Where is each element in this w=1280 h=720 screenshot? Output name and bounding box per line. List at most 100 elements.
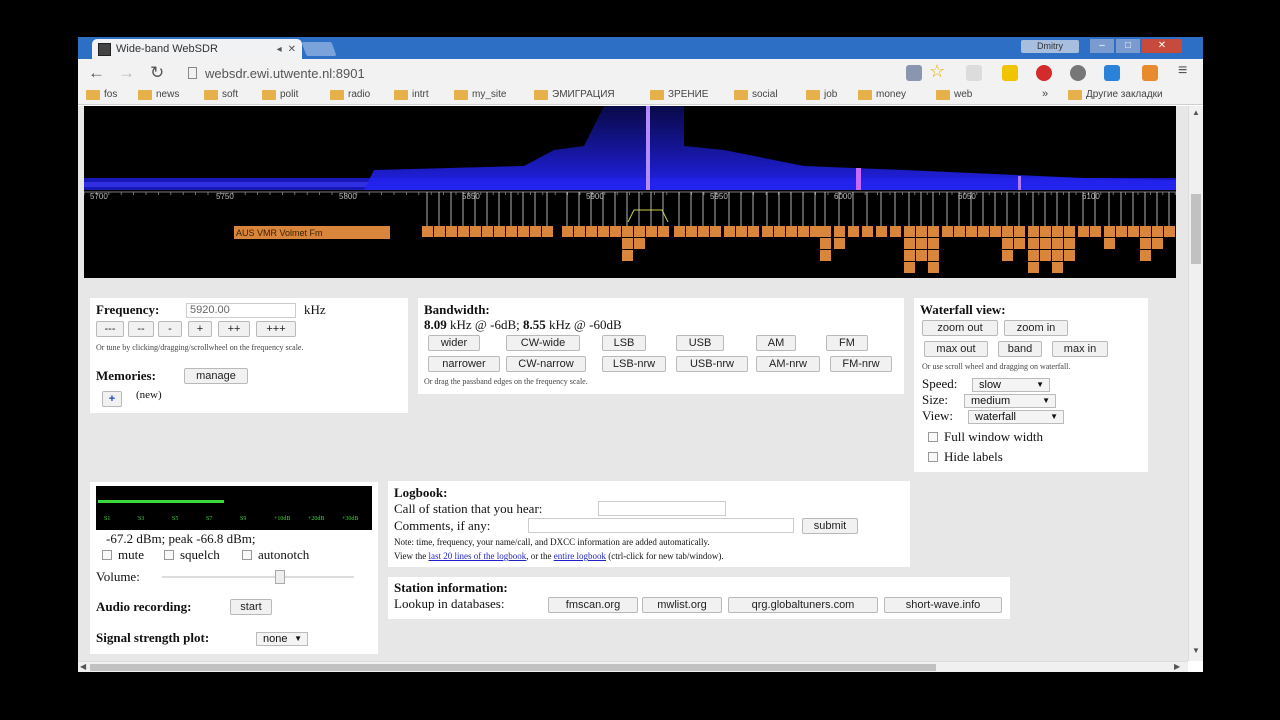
fm-narrow-button[interactable]: FM-nrw (830, 356, 892, 372)
vertical-scrollbar-thumb[interactable] (1191, 194, 1201, 264)
adblock-icon[interactable] (1036, 65, 1052, 81)
waterfall-canvas[interactable]: 5700 5750 5800 5850 5900 5950 6000 6050 … (84, 106, 1176, 278)
globaltuners-button[interactable]: qrg.globaltuners.com (728, 597, 878, 613)
browser-tab[interactable]: Wide-band WebSDR ◂ ✕ (92, 39, 302, 59)
bookmark-folder[interactable]: soft (204, 89, 238, 100)
tune-up-medium-button[interactable]: ++ (218, 321, 250, 337)
bookmark-folder[interactable]: ЭМИГРАЦИЯ (534, 89, 615, 100)
am-button[interactable]: AM (756, 335, 796, 351)
mwlist-button[interactable]: mwlist.org (642, 597, 722, 613)
autonotch-checkbox[interactable] (242, 550, 252, 560)
tune-down-medium-button[interactable]: -- (128, 321, 154, 337)
translate-icon[interactable] (906, 65, 922, 81)
grid-extension-icon[interactable] (1002, 65, 1018, 81)
sync-extension-icon[interactable] (1104, 65, 1120, 81)
mute-checkbox[interactable] (102, 550, 112, 560)
vertical-scrollbar[interactable]: ▲ ▼ (1188, 106, 1203, 661)
more-bookmarks-chevron-icon[interactable]: » (1042, 88, 1048, 100)
fm-button[interactable]: FM (826, 335, 868, 351)
bookmark-folder[interactable]: polit (262, 89, 298, 100)
bookmark-folder[interactable]: job (806, 89, 837, 100)
forward-arrow-icon[interactable]: → (118, 63, 135, 83)
usb-narrow-button[interactable]: USB-nrw (676, 356, 748, 372)
am-narrow-button[interactable]: AM-nrw (756, 356, 820, 372)
horizontal-scrollbar-thumb[interactable] (90, 664, 936, 671)
menu-icon[interactable]: ≡ (1178, 62, 1187, 80)
size-select[interactable]: medium ▼ (964, 394, 1056, 408)
other-bookmarks-folder[interactable]: Другие закладки (1068, 89, 1163, 100)
station-label (904, 226, 915, 237)
usb-button[interactable]: USB (676, 335, 724, 351)
tune-down-small-button[interactable]: - (158, 321, 182, 337)
fmscan-button[interactable]: fmscan.org (548, 597, 638, 613)
lsb-button[interactable]: LSB (602, 335, 646, 351)
waterfall-display[interactable]: 5700 5750 5800 5850 5900 5950 6000 6050 … (84, 106, 1176, 278)
back-arrow-icon[interactable]: ← (88, 63, 105, 83)
cw-wide-button[interactable]: CW-wide (506, 335, 580, 351)
bookmark-folder[interactable]: social (734, 89, 778, 100)
band-button[interactable]: band (998, 341, 1042, 357)
short-wave-info-button[interactable]: short-wave.info (884, 597, 1002, 613)
bookmark-folder[interactable]: money (858, 89, 906, 100)
scroll-right-icon[interactable]: ▶ (1174, 662, 1180, 671)
tune-down-large-button[interactable]: --- (96, 321, 124, 337)
memory-new-item[interactable]: (new) (136, 389, 162, 401)
bookmark-folder[interactable]: fos (86, 89, 117, 100)
shield-icon[interactable] (966, 65, 982, 81)
minimize-button[interactable]: – (1090, 39, 1114, 53)
squelch-checkbox[interactable] (164, 550, 174, 560)
new-tab-button[interactable] (301, 42, 337, 56)
bookmark-folder[interactable]: news (138, 89, 179, 100)
max-in-button[interactable]: max in (1052, 341, 1108, 357)
volume-slider[interactable] (162, 570, 354, 584)
scroll-left-icon[interactable]: ◀ (80, 662, 86, 671)
lsb-narrow-button[interactable]: LSB-nrw (602, 356, 666, 372)
station-label (1052, 250, 1063, 261)
close-window-button[interactable]: ✕ (1142, 39, 1182, 53)
horizontal-scrollbar[interactable]: ◀ ▶ (78, 661, 1188, 672)
reload-icon[interactable]: ↻ (150, 63, 164, 83)
last-20-lines-link[interactable]: last 20 lines of the logbook (428, 551, 526, 561)
comments-input[interactable] (528, 518, 794, 533)
add-memory-button[interactable]: + (102, 391, 122, 407)
address-bar[interactable]: websdr.ewi.utwente.nl:8901 (182, 63, 902, 83)
tune-up-small-button[interactable]: + (188, 321, 212, 337)
frequency-input[interactable]: 5920.00 (186, 303, 296, 318)
bookmark-folder[interactable]: radio (330, 89, 370, 100)
rss-extension-icon[interactable] (1142, 65, 1158, 81)
max-out-button[interactable]: max out (924, 341, 988, 357)
tab-back-icon[interactable]: ◂ (277, 44, 282, 55)
bookmark-star-icon[interactable]: ☆ (929, 61, 945, 82)
narrower-button[interactable]: narrower (428, 356, 500, 372)
tab-close-icon[interactable]: ✕ (288, 44, 296, 55)
bookmark-folder[interactable]: intrt (394, 89, 429, 100)
bookmark-folder[interactable]: my_site (454, 89, 506, 100)
zoom-out-button[interactable]: zoom out (922, 320, 998, 336)
volume-slider-handle[interactable] (274, 570, 285, 584)
station-label (990, 226, 1001, 237)
wider-button[interactable]: wider (428, 335, 480, 351)
chevron-down-icon: ▼ (1042, 396, 1050, 405)
maximize-button[interactable]: □ (1116, 39, 1140, 53)
speed-select[interactable]: slow ▼ (972, 378, 1050, 392)
scroll-down-icon[interactable]: ▼ (1192, 646, 1200, 655)
eye-extension-icon[interactable] (1070, 65, 1086, 81)
submit-button[interactable]: submit (802, 518, 858, 534)
profile-button[interactable]: Dmitry (1021, 40, 1079, 53)
scroll-up-icon[interactable]: ▲ (1192, 108, 1200, 117)
start-recording-button[interactable]: start (230, 599, 272, 615)
signal-plot-select[interactable]: none ▼ (256, 632, 308, 646)
hide-labels-checkbox[interactable] (928, 452, 938, 462)
zoom-in-button[interactable]: zoom in (1004, 320, 1068, 336)
tune-up-large-button[interactable]: +++ (256, 321, 296, 337)
bookmark-folder[interactable]: web (936, 89, 972, 100)
entire-logbook-link[interactable]: entire logbook (554, 551, 606, 561)
view-select[interactable]: waterfall ▼ (968, 410, 1064, 424)
call-input[interactable] (598, 501, 726, 516)
manage-memories-button[interactable]: manage (184, 368, 248, 384)
full-window-checkbox[interactable] (928, 432, 938, 442)
cw-narrow-button[interactable]: CW-narrow (506, 356, 586, 372)
scale-label: 5850 (462, 192, 480, 201)
station-labels[interactable] (422, 192, 1175, 273)
bookmark-folder[interactable]: ЗРЕНИЕ (650, 89, 708, 100)
